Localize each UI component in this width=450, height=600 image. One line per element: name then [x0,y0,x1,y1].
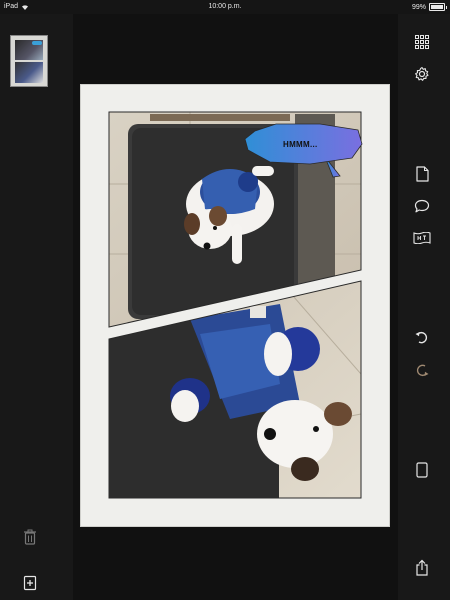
thumbnail-bubble [32,41,42,45]
add-page-icon[interactable] [20,573,40,593]
tablet-icon[interactable] [412,460,432,480]
trash-icon[interactable] [20,527,40,547]
caption-icon[interactable] [412,228,432,248]
left-sidebar [0,14,73,600]
page-icon[interactable] [412,164,432,184]
gear-icon[interactable] [412,64,432,84]
status-time: 10:00 p.m. [208,3,242,10]
battery-percent: 99% [411,3,426,11]
right-toolbar [398,14,450,600]
grid-icon[interactable] [412,32,432,52]
share-icon[interactable] [412,557,432,577]
speech-bubble-text: HMMM... [283,140,318,149]
comic-page[interactable] [80,84,390,527]
thumbnail-panel-bottom [15,62,43,83]
redo-icon[interactable] [412,360,432,380]
undo-icon[interactable] [412,328,432,348]
page-thumbnail[interactable] [10,35,48,87]
battery-icon [429,3,447,11]
status-right: 99% [411,3,447,11]
comic-panels [108,111,363,499]
speech-bubble-icon[interactable] [412,196,432,216]
status-bar: iPad 10:00 p.m. 99% [0,0,450,14]
